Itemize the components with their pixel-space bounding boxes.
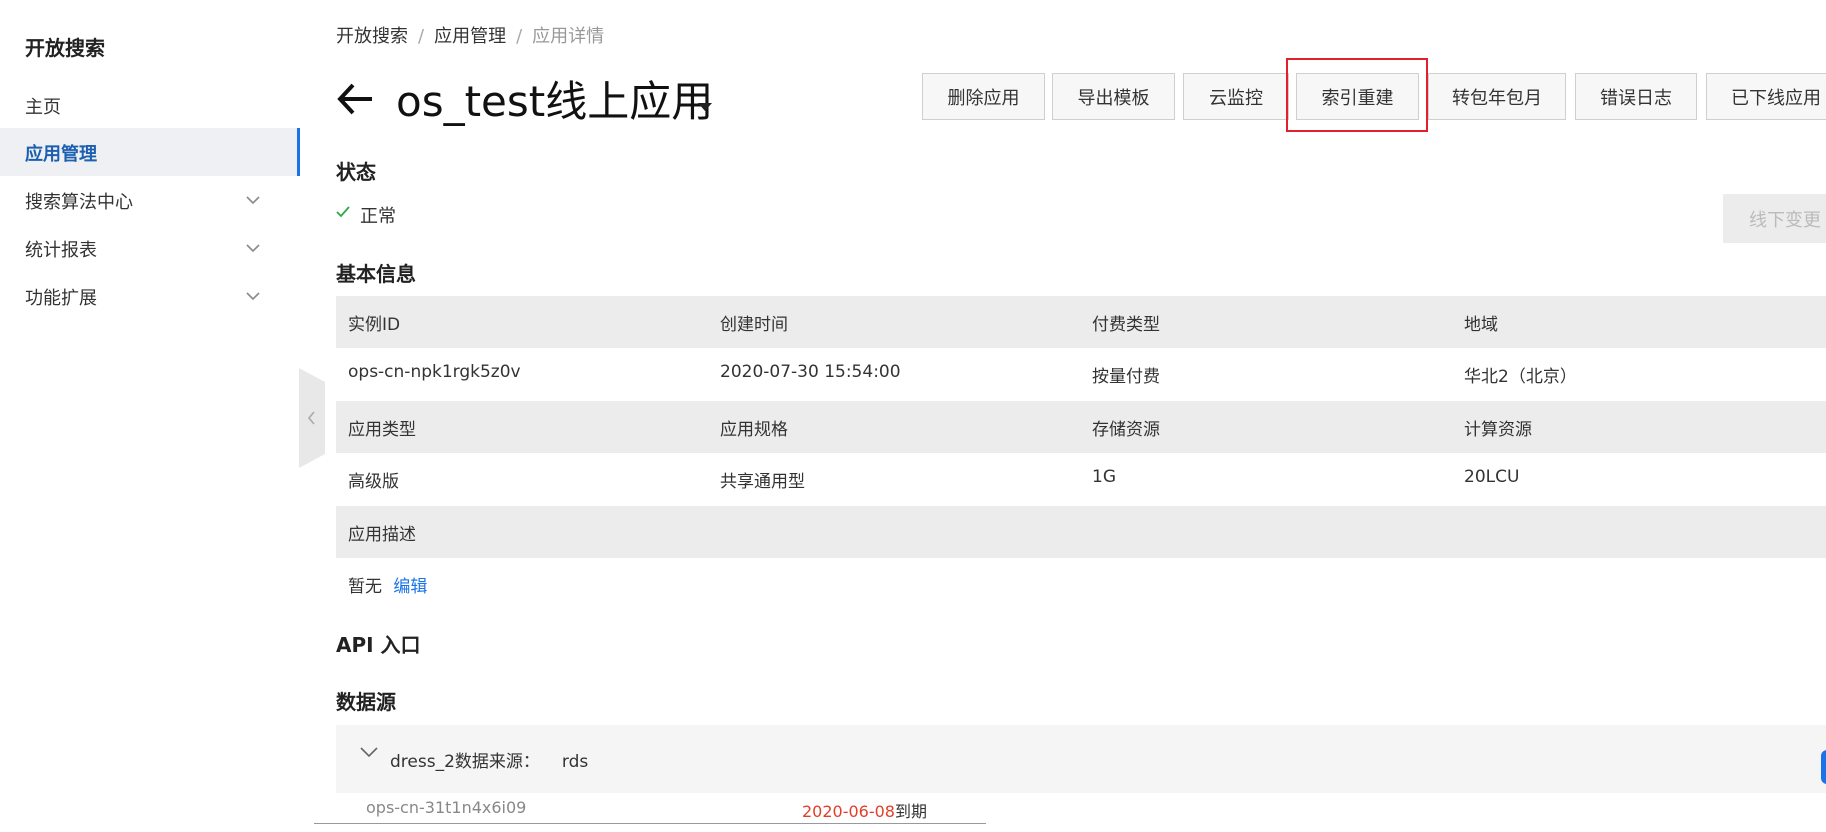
edit-description-link[interactable]: 编辑 — [393, 577, 427, 597]
info-label-app-spec: 应用规格 — [720, 420, 788, 440]
divider — [314, 823, 986, 824]
info-label-region: 地域 — [1464, 315, 1498, 335]
check-icon — [336, 206, 350, 218]
info-label-storage: 存储资源 — [1092, 420, 1160, 440]
sidebar: 开放搜索 主页 应用管理 搜索算法中心 统计报表 功能扩展 — [0, 0, 300, 832]
info-value-row: 高级版 共享通用型 1G 20LCU — [336, 453, 1826, 505]
info-value-region: 华北2（北京） — [1464, 367, 1577, 387]
sidebar-item-label: 功能扩展 — [25, 288, 97, 309]
info-value-created: 2020-07-30 15:54:00 — [720, 362, 901, 382]
info-header-row: 实例ID 创建时间 付费类型 地域 — [336, 296, 1826, 348]
sidebar-item-label: 搜索算法中心 — [25, 192, 133, 213]
status-value: 正常 — [360, 206, 396, 227]
info-header-row: 应用描述 — [336, 506, 1826, 558]
info-value-compute: 20LCU — [1464, 467, 1520, 487]
sidebar-item-extensions[interactable]: 功能扩展 — [0, 272, 300, 320]
info-value-row: ops-cn-npk1rgk5z0v 2020-07-30 15:54:00 按… — [336, 348, 1826, 400]
chevron-down-icon — [246, 244, 260, 253]
datasource-instance: ops-cn-31t1n4x6i09 — [366, 798, 527, 817]
description-text: 暂无 — [348, 577, 382, 597]
switch-subscription-button[interactable]: 转包年包月 — [1428, 73, 1566, 120]
breadcrumb-separator: / — [516, 26, 523, 47]
delete-app-button[interactable]: 删除应用 — [922, 73, 1045, 120]
info-value-app-spec: 共享通用型 — [720, 472, 805, 492]
floating-help-button[interactable] — [1821, 750, 1826, 784]
sidebar-item-statistics[interactable]: 统计报表 — [0, 224, 300, 272]
chevron-down-icon — [246, 196, 260, 205]
sidebar-item-search-algorithm[interactable]: 搜索算法中心 — [0, 176, 300, 224]
sidebar-collapse-handle[interactable] — [299, 368, 325, 468]
info-label-app-type: 应用类型 — [348, 420, 416, 440]
sidebar-item-home[interactable]: 主页 — [0, 81, 300, 129]
expiry-date: 2020-06-08 — [802, 802, 895, 821]
sidebar-item-label: 应用管理 — [25, 144, 97, 165]
info-value-app-type: 高级版 — [348, 472, 399, 492]
sidebar-item-app-management[interactable]: 应用管理 — [0, 128, 300, 176]
info-value-billing: 按量付费 — [1092, 367, 1160, 387]
info-value-storage: 1G — [1092, 467, 1116, 487]
breadcrumb-separator: / — [418, 26, 425, 47]
offline-apps-button[interactable]: 已下线应用 — [1706, 73, 1826, 120]
breadcrumb-item-app-management[interactable]: 应用管理 — [434, 26, 506, 47]
sidebar-item-label: 统计报表 — [25, 240, 97, 261]
info-value-description: 暂无 编辑 — [348, 572, 427, 597]
error-log-button[interactable]: 错误日志 — [1575, 73, 1697, 120]
breadcrumb-item-open-search[interactable]: 开放搜索 — [336, 26, 408, 47]
info-value-row: 暂无 编辑 — [336, 558, 1826, 610]
basic-info-title: 基本信息 — [336, 262, 416, 286]
active-indicator — [297, 128, 300, 176]
chevron-down-icon[interactable] — [360, 746, 378, 758]
chevron-down-icon — [246, 292, 260, 301]
datasource-type: rds — [561, 752, 589, 772]
datasource-name: dress_2数据来源： — [390, 752, 540, 772]
info-header-row: 应用类型 应用规格 存储资源 计算资源 — [336, 401, 1826, 453]
offline-change-button[interactable]: 线下变更 — [1723, 194, 1826, 243]
info-label-billing: 付费类型 — [1092, 315, 1160, 335]
sidebar-title: 开放搜索 — [25, 36, 105, 60]
breadcrumb: 开放搜索 / 应用管理 / 应用详情 — [336, 22, 604, 48]
info-label-instance-id: 实例ID — [348, 315, 401, 335]
page-title: os_test线上应用 — [396, 77, 714, 126]
back-arrow-icon[interactable] — [336, 82, 374, 116]
datasource-title: 数据源 — [336, 690, 396, 714]
info-label-created: 创建时间 — [720, 315, 788, 335]
highlight-box — [1286, 58, 1428, 132]
datasource-item[interactable]: dress_2数据来源： rds — [336, 725, 1826, 793]
datasource-label: dress_2数据来源： rds — [390, 747, 588, 772]
info-value-instance-id: ops-cn-npk1rgk5z0v — [348, 362, 521, 382]
status-title: 状态 — [336, 160, 376, 184]
api-entry-title: API 入口 — [336, 633, 421, 657]
info-label-compute: 计算资源 — [1464, 420, 1532, 440]
cloud-monitor-button[interactable]: 云监控 — [1183, 73, 1289, 120]
datasource-expiry: 2020-06-08到期 — [802, 798, 927, 822]
caret-down-icon[interactable] — [698, 103, 712, 111]
export-template-button[interactable]: 导出模板 — [1052, 73, 1175, 120]
sidebar-item-label: 主页 — [25, 97, 61, 118]
info-label-description: 应用描述 — [348, 525, 416, 545]
breadcrumb-item-current: 应用详情 — [532, 26, 605, 47]
expiry-suffix: 到期 — [894, 802, 927, 821]
